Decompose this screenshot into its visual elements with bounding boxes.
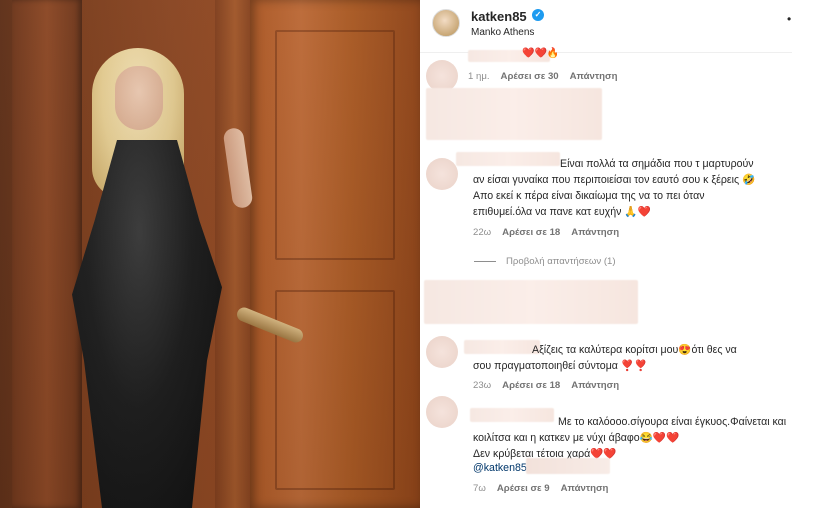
comment-text: ❤️❤️🔥 <box>522 48 560 59</box>
reply-button[interactable]: Απάντηση <box>571 380 619 391</box>
comment-time: 7ω <box>473 483 486 494</box>
photo-overlay <box>0 0 420 508</box>
comment-time: 22ω <box>473 227 492 238</box>
comment-time: 1 ημ. <box>468 71 490 82</box>
comment-meta: 22ω Αρέσει σε 18 Απάντηση <box>473 227 630 238</box>
comment-text-line1: Αξίζεις τα καλύτερα κορίτσι μου😍ότι θες … <box>532 344 737 356</box>
comment-likes[interactable]: Αρέσει σε 18 <box>502 380 560 391</box>
reply-button[interactable]: Απάντηση <box>571 227 619 238</box>
reply-button[interactable]: Απάντηση <box>561 483 609 494</box>
comment-text-line1: Είναι πολλά τα σημάδια που τ μαρτυρούν <box>560 158 754 170</box>
comment-avatar-redacted[interactable] <box>426 396 458 428</box>
view-replies-label[interactable]: Προβολή απαντήσεων (1) <box>506 256 616 267</box>
comments-panel: katken85 ✓ Manko Athens • ❤️❤️🔥 1 ημ. Αρέ… <box>420 0 836 508</box>
view-replies-line <box>474 260 496 262</box>
profile-location[interactable]: Manko Athens <box>471 27 534 38</box>
post-header: katken85 ✓ Manko Athens • <box>420 0 836 46</box>
comment-mention-link[interactable]: @katken85 <box>473 460 527 476</box>
comment-likes[interactable]: Αρέσει σε 18 <box>502 227 560 238</box>
redacted-comment <box>424 280 638 324</box>
comment-likes[interactable]: Αρέσει σε 9 <box>497 483 550 494</box>
comment-text-line3: Απο εκεί κ πέρα είναι δικαίωμα της να το… <box>473 190 705 202</box>
view-replies-button[interactable]: Προβολή απαντήσεων (1) <box>474 256 616 267</box>
comment-text-line2: σου πραγματοποιηθεί σύντομα ❣️❣️ <box>473 360 648 372</box>
comment-meta: 23ω Αρέσει σε 18 Απάντηση <box>473 380 630 391</box>
redacted-username <box>456 152 560 166</box>
comment-time: 23ω <box>473 380 492 391</box>
profile-username[interactable]: katken85 <box>471 9 527 24</box>
verified-badge-icon: ✓ <box>532 9 544 21</box>
comment-meta: 7ω Αρέσει σε 9 Απάντηση <box>473 483 619 494</box>
redacted-username <box>464 340 540 354</box>
profile-avatar[interactable] <box>432 9 460 37</box>
more-options-icon[interactable]: • <box>787 12 791 26</box>
redacted-comment <box>426 88 602 140</box>
comment-avatar-redacted[interactable] <box>426 336 458 368</box>
comment-text-line1: Με το καλόοοο.σίγουρα είναι έγκυος.Φαίνε… <box>558 416 787 428</box>
comment-text-line2: αν είσαι γυναίκα που περιποιείσαι τον εα… <box>473 174 756 186</box>
post-photo <box>0 0 420 508</box>
comment-likes[interactable]: Αρέσει σε 30 <box>501 71 559 82</box>
comment-text-line4: επιθυμεί.όλα να πανε κατ ευχήν 🙏❤️ <box>473 206 651 218</box>
redacted-mention-suffix <box>526 458 610 474</box>
comment-text-line2: κοιλίτσα και η κατκεν με νύχι άβαφο😂❤️❤️ <box>473 432 680 444</box>
redacted-username <box>470 408 554 422</box>
comment-avatar-redacted[interactable] <box>426 158 458 190</box>
reply-button[interactable]: Απάντηση <box>570 71 618 82</box>
comment-meta: 1 ημ. Αρέσει σε 30 Απάντηση <box>468 71 628 82</box>
